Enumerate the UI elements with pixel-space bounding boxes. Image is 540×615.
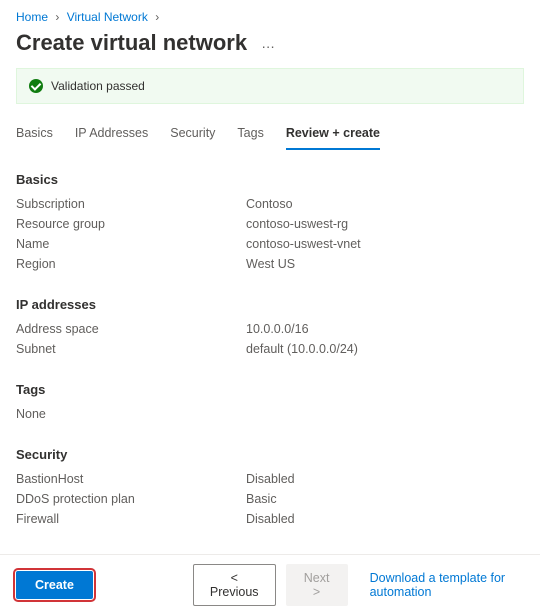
- prop-value: 10.0.0.0/16: [246, 322, 309, 336]
- section-security: Security BastionHost Disabled DDoS prote…: [16, 447, 524, 526]
- wizard-footer: Create < Previous Next > Download a temp…: [0, 554, 540, 615]
- chevron-right-icon: ›: [55, 10, 59, 24]
- prop-label: Subscription: [16, 197, 246, 211]
- more-menu-icon[interactable]: …: [261, 35, 276, 51]
- prop-row: Region West US: [16, 257, 524, 271]
- prop-value: Basic: [246, 492, 277, 506]
- section-title-security: Security: [16, 447, 524, 462]
- prop-row: Resource group contoso-uswest-rg: [16, 217, 524, 231]
- previous-button[interactable]: < Previous: [193, 564, 276, 606]
- prop-row: Address space 10.0.0.0/16: [16, 322, 524, 336]
- tab-review-create[interactable]: Review + create: [286, 118, 380, 150]
- review-content: Basics Subscription Contoso Resource gro…: [0, 172, 540, 572]
- validation-message: Validation passed: [51, 79, 145, 93]
- validation-banner: Validation passed: [16, 68, 524, 104]
- prop-label: Address space: [16, 322, 246, 336]
- prop-row: BastionHost Disabled: [16, 472, 524, 486]
- prop-label: Subnet: [16, 342, 246, 356]
- prop-label: Firewall: [16, 512, 246, 526]
- breadcrumb: Home › Virtual Network ›: [0, 0, 540, 28]
- tab-tags[interactable]: Tags: [237, 118, 263, 150]
- prop-value: Disabled: [246, 472, 295, 486]
- tab-ip-addresses[interactable]: IP Addresses: [75, 118, 148, 150]
- prop-label: DDoS protection plan: [16, 492, 246, 506]
- download-template-link[interactable]: Download a template for automation: [370, 571, 524, 599]
- chevron-right-icon: ›: [155, 10, 159, 24]
- prop-label: None: [16, 407, 246, 421]
- section-ip-addresses: IP addresses Address space 10.0.0.0/16 S…: [16, 297, 524, 356]
- prop-label: Region: [16, 257, 246, 271]
- prop-label: BastionHost: [16, 472, 246, 486]
- prop-value: default (10.0.0.0/24): [246, 342, 358, 356]
- prop-value: contoso-uswest-vnet: [246, 237, 361, 251]
- section-title-ip: IP addresses: [16, 297, 524, 312]
- prop-label: Name: [16, 237, 246, 251]
- create-button[interactable]: Create: [16, 571, 93, 599]
- tab-basics[interactable]: Basics: [16, 118, 53, 150]
- prop-value: West US: [246, 257, 295, 271]
- prop-row: Subnet default (10.0.0.0/24): [16, 342, 524, 356]
- prop-row: Subscription Contoso: [16, 197, 524, 211]
- prop-row: None: [16, 407, 524, 421]
- prop-label: Resource group: [16, 217, 246, 231]
- section-title-basics: Basics: [16, 172, 524, 187]
- section-tags: Tags None: [16, 382, 524, 421]
- prop-value: Contoso: [246, 197, 293, 211]
- section-basics: Basics Subscription Contoso Resource gro…: [16, 172, 524, 271]
- next-button: Next >: [286, 564, 348, 606]
- prop-value: Disabled: [246, 512, 295, 526]
- breadcrumb-virtual-network-link[interactable]: Virtual Network: [67, 10, 148, 24]
- prop-row: DDoS protection plan Basic: [16, 492, 524, 506]
- breadcrumb-home-link[interactable]: Home: [16, 10, 48, 24]
- prop-value: contoso-uswest-rg: [246, 217, 348, 231]
- page-header: Create virtual network …: [0, 28, 540, 68]
- check-circle-icon: [29, 79, 43, 93]
- page-title: Create virtual network: [16, 30, 247, 56]
- tab-security[interactable]: Security: [170, 118, 215, 150]
- prop-row: Firewall Disabled: [16, 512, 524, 526]
- tab-list: Basics IP Addresses Security Tags Review…: [0, 118, 540, 150]
- prop-row: Name contoso-uswest-vnet: [16, 237, 524, 251]
- section-title-tags: Tags: [16, 382, 524, 397]
